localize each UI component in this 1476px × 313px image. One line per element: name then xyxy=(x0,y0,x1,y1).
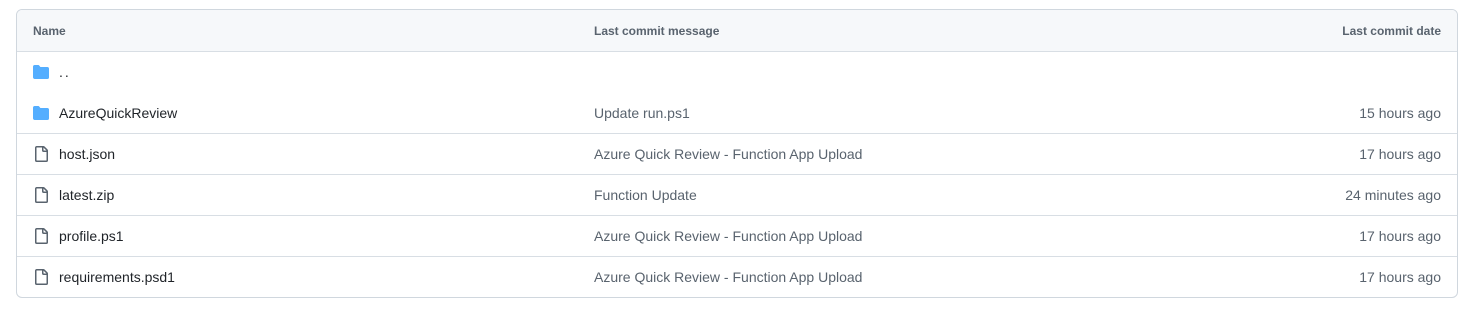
header-name: Name xyxy=(33,23,66,38)
header-message: Last commit message xyxy=(594,23,720,38)
commit-date: 17 hours ago xyxy=(1359,269,1441,285)
table-header: Name Last commit message Last commit dat… xyxy=(17,10,1457,51)
commit-message-link[interactable]: Azure Quick Review - Function App Upload xyxy=(594,228,1237,244)
file-table: Name Last commit message Last commit dat… xyxy=(16,9,1458,298)
table-row[interactable]: latest.zip Function Update 24 minutes ago xyxy=(17,174,1457,215)
file-icon xyxy=(33,187,49,203)
folder-icon xyxy=(33,64,49,80)
commit-date: 17 hours ago xyxy=(1359,228,1441,244)
commit-date: 17 hours ago xyxy=(1359,146,1441,162)
entry-name-link[interactable]: host.json xyxy=(59,146,115,162)
file-icon xyxy=(33,269,49,285)
commit-message-link[interactable]: Function Update xyxy=(594,187,1237,203)
header-date: Last commit date xyxy=(1342,23,1441,38)
parent-directory-link[interactable]: .. xyxy=(59,64,71,80)
file-icon xyxy=(33,228,49,244)
table-row[interactable]: profile.ps1 Azure Quick Review - Function… xyxy=(17,215,1457,256)
commit-message-link[interactable]: Azure Quick Review - Function App Upload xyxy=(594,269,1237,285)
commit-date: 15 hours ago xyxy=(1359,104,1441,121)
entry-name-link[interactable]: profile.ps1 xyxy=(59,228,124,244)
entry-name-link[interactable]: requirements.psd1 xyxy=(59,269,175,285)
commit-date: 24 minutes ago xyxy=(1345,187,1441,203)
parent-directory-row[interactable]: .. xyxy=(17,51,1457,92)
folder-icon xyxy=(33,105,49,121)
commit-message-link[interactable]: Update run.ps1 xyxy=(594,105,1237,121)
table-row[interactable]: requirements.psd1 Azure Quick Review - Fu… xyxy=(17,256,1457,297)
entry-name-link[interactable]: AzureQuickReview xyxy=(59,105,177,121)
entry-name-link[interactable]: latest.zip xyxy=(59,187,114,203)
commit-message-link[interactable]: Azure Quick Review - Function App Upload xyxy=(594,146,1237,162)
file-icon xyxy=(33,146,49,162)
table-row[interactable]: host.json Azure Quick Review - Function A… xyxy=(17,133,1457,174)
table-row[interactable]: AzureQuickReview Update run.ps1 15 hours a… xyxy=(17,92,1457,133)
